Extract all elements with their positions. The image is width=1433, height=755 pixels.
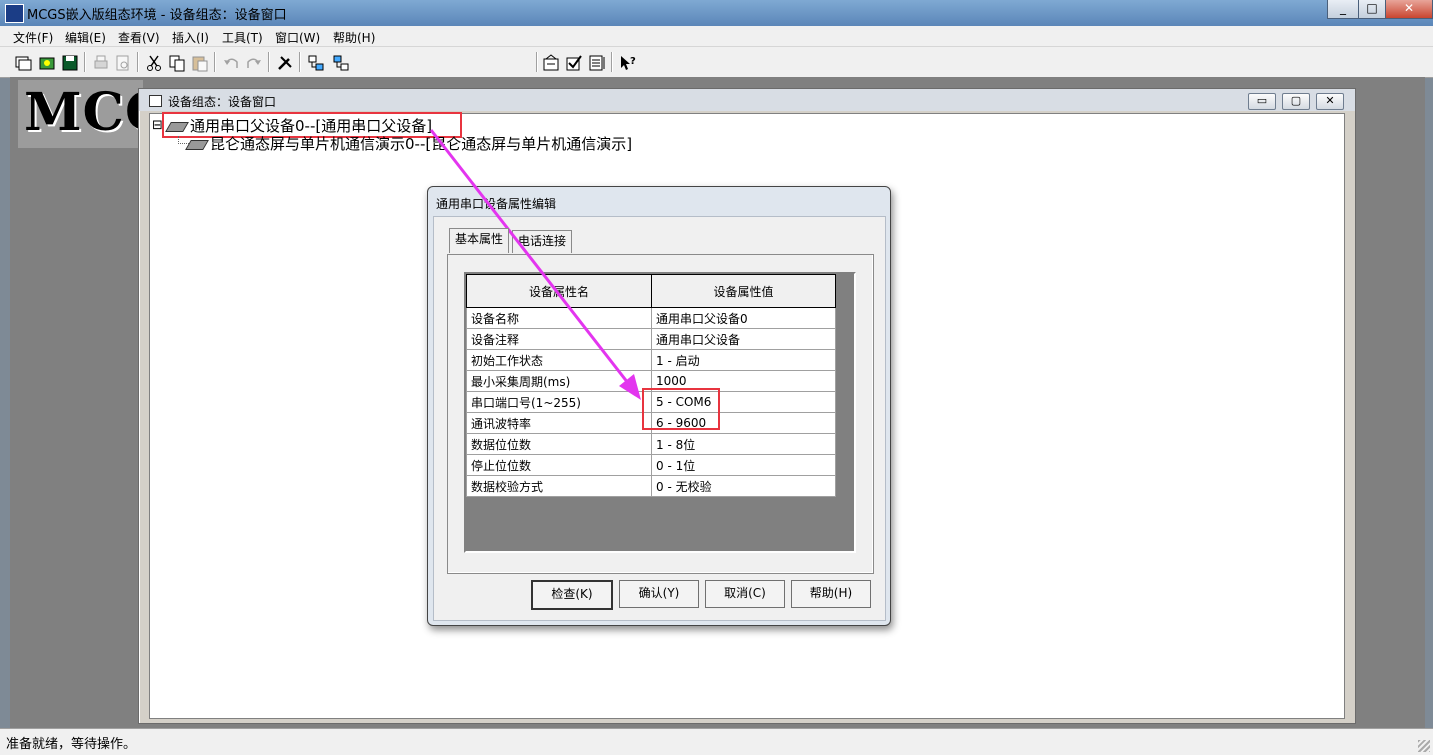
device-tree2-icon[interactable] <box>330 52 352 74</box>
tab-basic-properties[interactable]: 基本属性 <box>449 228 510 253</box>
new-window-icon[interactable] <box>13 52 35 74</box>
property-value-cell[interactable]: 通用串口父设备0 <box>651 307 836 329</box>
help-button[interactable]: 帮助(H) <box>791 580 871 608</box>
menu-file[interactable]: 文件(F) <box>13 29 53 46</box>
menu-insert[interactable]: 插入(I) <box>172 29 209 46</box>
menu-view[interactable]: 查看(V) <box>118 29 160 46</box>
toolbar-separator <box>214 52 216 72</box>
svg-text:?: ? <box>630 56 636 67</box>
redo-icon[interactable] <box>243 52 265 74</box>
menu-window[interactable]: 窗口(W) <box>275 29 320 46</box>
dialog-body: 基本属性 电话连接 设备属性名 设备属性值 设备名称 通用串口父设备0 设备注释 通用… <box>433 216 886 621</box>
device-icon <box>185 139 209 150</box>
dialog-title: 通用串口设备属性编辑 <box>436 197 557 211</box>
table-row[interactable]: 初始工作状态 1 - 启动 <box>466 349 836 371</box>
child-restore-button[interactable]: ▢ <box>1282 93 1310 110</box>
property-name-cell[interactable]: 数据位位数 <box>466 433 652 455</box>
property-value-cell[interactable]: 0 - 1位 <box>651 454 836 476</box>
menu-edit[interactable]: 编辑(E) <box>65 29 106 46</box>
confirm-button[interactable]: 确认(Y) <box>619 580 699 608</box>
tree-item-label: 昆仑通态屏与单片机通信演示0--[昆仑通态屏与单片机通信演示] <box>210 135 633 153</box>
print-icon[interactable] <box>90 52 112 74</box>
status-bar: 准备就绪，等待操作。 <box>0 728 1433 755</box>
property-value-cell[interactable]: 1 - 8位 <box>651 433 836 455</box>
property-name-cell[interactable]: 停止位位数 <box>466 454 652 476</box>
toolbar-separator <box>84 52 86 72</box>
cancel-button[interactable]: 取消(C) <box>705 580 785 608</box>
list-icon[interactable] <box>586 52 608 74</box>
device-window-title: 设备组态：设备窗口 <box>168 95 277 109</box>
logo-text: MCG <box>24 82 143 143</box>
restore-button[interactable]: □ <box>1358 0 1386 19</box>
device-property-dialog: 通用串口设备属性编辑 基本属性 电话连接 设备属性名 设备属性值 设备名称 通用串… <box>427 186 891 626</box>
window-icon <box>149 95 162 107</box>
menu-help[interactable]: 帮助(H) <box>333 29 375 46</box>
property-name-cell[interactable]: 串口端口号(1~255) <box>466 391 652 413</box>
tab-phone-connection[interactable]: 电话连接 <box>512 230 573 253</box>
paste-icon[interactable] <box>189 52 211 74</box>
cut-icon[interactable] <box>143 52 165 74</box>
property-name-cell[interactable]: 设备注释 <box>466 328 652 350</box>
property-name-cell[interactable]: 初始工作状态 <box>466 349 652 371</box>
property-value-cell[interactable]: 0 - 无校验 <box>651 475 836 497</box>
tree-item-child-device[interactable]: 昆仑通态屏与单片机通信演示0--[昆仑通态屏与单片机通信演示] <box>185 133 633 154</box>
tab-panel: 设备属性名 设备属性值 设备名称 通用串口父设备0 设备注释 通用串口父设备 初始工作状… <box>447 254 874 574</box>
toolbar: ? <box>0 47 1433 78</box>
open-icon[interactable] <box>36 52 58 74</box>
device-tree-icon[interactable] <box>305 52 327 74</box>
app-title-bar: MCGS嵌入版组态环境 - 设备组态：设备窗口 _ □ ✕ <box>0 0 1433 26</box>
child-minimize-button[interactable]: ▭ <box>1248 93 1276 110</box>
toolbar-separator <box>611 52 613 72</box>
print-preview-icon[interactable] <box>112 52 134 74</box>
status-text: 准备就绪，等待操作。 <box>6 737 137 752</box>
menu-tools[interactable]: 工具(T) <box>222 29 263 46</box>
property-grid: 设备属性名 设备属性值 设备名称 通用串口父设备0 设备注释 通用串口父设备 初始工作状… <box>466 274 836 497</box>
minimize-button[interactable]: _ <box>1327 0 1359 19</box>
toolbar-separator <box>268 52 270 72</box>
table-row[interactable]: 停止位位数 0 - 1位 <box>466 454 836 476</box>
table-row[interactable]: 设备名称 通用串口父设备0 <box>466 307 836 329</box>
app-icon <box>5 4 24 23</box>
property-name-cell[interactable]: 设备名称 <box>466 307 652 329</box>
table-row[interactable]: 设备注释 通用串口父设备 <box>466 328 836 350</box>
toolbar-separator <box>299 52 301 72</box>
property-name-cell[interactable]: 数据校验方式 <box>466 475 652 497</box>
property-value-cell[interactable]: 1 - 启动 <box>651 349 836 371</box>
toolbar-separator <box>536 52 538 72</box>
table-row[interactable]: 数据校验方式 0 - 无校验 <box>466 475 836 497</box>
toolbar-separator <box>137 52 139 72</box>
property-value-cell[interactable]: 通用串口父设备 <box>651 328 836 350</box>
app-title: MCGS嵌入版组态环境 - 设备组态：设备窗口 <box>27 8 287 23</box>
undo-icon[interactable] <box>220 52 242 74</box>
highlight-box <box>642 388 720 430</box>
help-icon[interactable]: ? <box>617 52 639 74</box>
resize-grip[interactable] <box>1418 740 1430 752</box>
menu-bar: 文件(F) 编辑(E) 查看(V) 插入(I) 工具(T) 窗口(W) 帮助(H… <box>0 26 1433 47</box>
property-name-cell[interactable]: 通讯波特率 <box>466 412 652 434</box>
column-header-value[interactable]: 设备属性值 <box>651 274 836 308</box>
property-name-cell[interactable]: 最小采集周期(ms) <box>466 370 652 392</box>
device-icon <box>165 121 189 132</box>
tools-icon[interactable] <box>274 52 296 74</box>
mcgs-logo: MCG <box>18 80 143 148</box>
save-icon[interactable] <box>59 52 81 74</box>
table-row[interactable]: 数据位位数 1 - 8位 <box>466 433 836 455</box>
check-icon[interactable] <box>563 52 585 74</box>
child-close-button[interactable]: ✕ <box>1316 93 1344 110</box>
column-header-name[interactable]: 设备属性名 <box>466 274 652 308</box>
copy-icon[interactable] <box>166 52 188 74</box>
property-grid-frame: 设备属性名 设备属性值 设备名称 通用串口父设备0 设备注释 通用串口父设备 初始工作状… <box>464 272 856 553</box>
check-button[interactable]: 检查(K) <box>531 580 613 610</box>
properties-icon[interactable] <box>540 52 562 74</box>
close-button[interactable]: ✕ <box>1385 0 1433 19</box>
device-window-title-bar: 设备组态：设备窗口 ▭ ▢ ✕ <box>139 89 1355 111</box>
